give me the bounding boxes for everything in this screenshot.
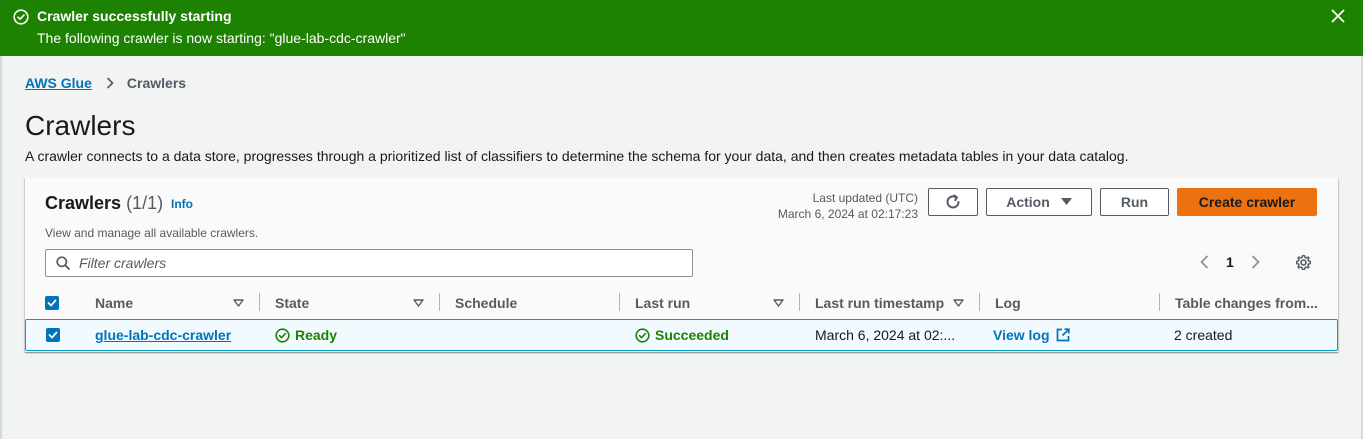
table-header-row: Name State Schedule Last run Last run ti… [25,288,1338,318]
frame-left-border [0,56,2,439]
filter-field [45,249,693,277]
table-header-title: Crawlers (1/1) [45,192,163,214]
flash-title: Crawler successfully starting [37,8,232,24]
close-icon[interactable] [1331,9,1345,23]
success-check-icon [635,327,650,343]
view-log-label: View log [993,327,1050,343]
success-flash-banner: Crawler successfully starting The follow… [0,0,1363,56]
table-count: (1/1) [126,193,164,213]
column-divider[interactable] [1159,293,1160,311]
last-run-status: Succeeded [635,327,729,343]
sort-caret-icon[interactable] [953,299,964,307]
create-crawler-button[interactable]: Create crawler [1177,188,1317,216]
last-run-label: Succeeded [655,327,729,343]
sort-caret-icon[interactable] [413,299,424,307]
breadcrumb-current: Crawlers [126,75,187,91]
pagination: 1 [1198,254,1262,270]
crawlers-table-container: Crawlers (1/1) Info View and manage all … [25,178,1338,352]
checkmark-icon [48,331,58,339]
column-divider[interactable] [979,293,980,311]
breadcrumb-aws-glue-link[interactable]: AWS Glue [25,74,92,92]
row-checkbox[interactable] [46,328,60,342]
caret-down-icon [1060,198,1072,205]
last-updated: Last updated (UTC) March 6, 2024 at 02:1… [778,190,918,222]
table-description: View and manage all available crawlers. [45,226,259,240]
breadcrumb: AWS Glue Crawlers [25,74,186,92]
checkmark-icon [47,299,57,307]
action-dropdown-button[interactable]: Action [986,188,1092,216]
success-check-icon [275,327,290,343]
view-log-link[interactable]: View log [993,327,1070,343]
page-title: Crawlers [25,110,136,141]
chevron-right-icon[interactable] [1248,254,1262,270]
select-all-checkbox[interactable] [45,296,59,310]
column-header-schedule[interactable]: Schedule [455,288,517,318]
table-row[interactable]: glue-lab-cdc-crawler Ready Succeeded Mar… [25,319,1338,351]
column-divider[interactable] [619,293,620,311]
column-header-log[interactable]: Log [995,288,1021,318]
last-updated-label: Last updated (UTC) [812,191,918,205]
page-description: A crawler connects to a data store, prog… [25,148,1129,164]
table-changes-cell: 2 created [1174,327,1233,343]
column-header-last-run-timestamp[interactable]: Last run timestamp [815,288,944,318]
chevron-left-icon[interactable] [1198,254,1212,270]
sort-caret-icon[interactable] [233,299,244,307]
info-link[interactable]: Info [171,197,193,211]
run-button[interactable]: Run [1100,188,1169,216]
column-divider[interactable] [799,293,800,311]
column-header-name[interactable]: Name [95,288,133,318]
state-status: Ready [275,327,337,343]
search-icon [56,256,70,270]
flash-message: The following crawler is now starting: "… [37,30,406,46]
column-header-state[interactable]: State [275,288,309,318]
column-divider[interactable] [439,293,440,311]
table-title: Crawlers [45,193,122,213]
last-updated-value: March 6, 2024 at 02:17:23 [777,207,918,221]
refresh-icon [946,194,960,209]
column-divider[interactable] [259,293,260,311]
column-header-table-changes[interactable]: Table changes from... [1175,288,1318,318]
success-check-icon [13,9,29,25]
external-link-icon [1056,328,1070,342]
chevron-right-icon [106,77,114,89]
refresh-button[interactable] [928,188,978,216]
page-number[interactable]: 1 [1226,254,1234,270]
sort-caret-icon[interactable] [773,299,784,307]
action-button-label: Action [1006,194,1050,210]
gear-icon[interactable] [1295,254,1312,271]
state-label: Ready [295,327,338,343]
column-header-last-run[interactable]: Last run [635,288,690,318]
last-run-timestamp: March 6, 2024 at 02:... [815,327,956,343]
crawler-name-link[interactable]: glue-lab-cdc-crawler [95,327,231,343]
filter-crawlers-input[interactable] [79,255,669,271]
